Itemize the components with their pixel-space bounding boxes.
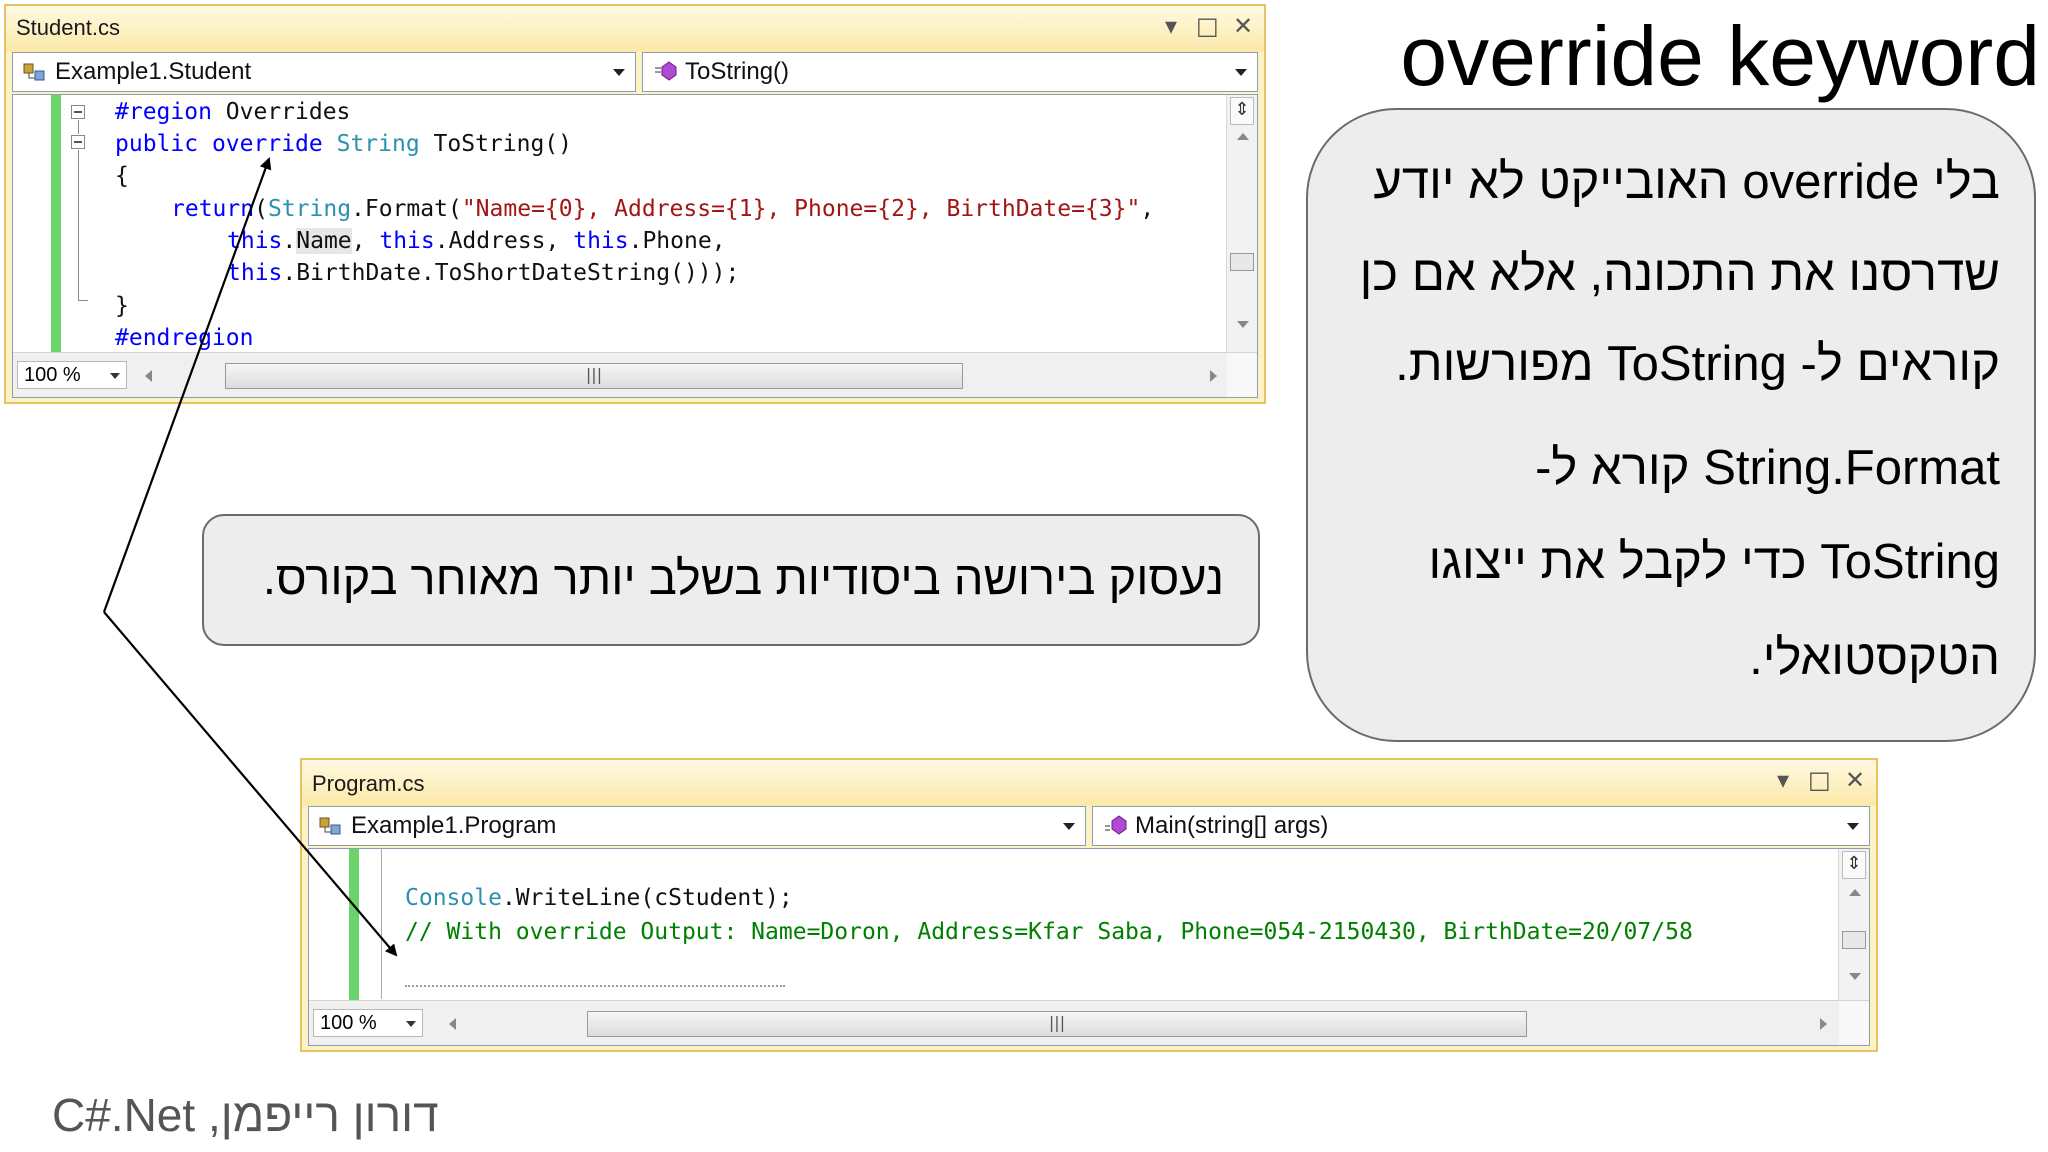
method-icon (655, 61, 677, 81)
program-cs-window: Program.cs ▾ □ ✕ Example1.Program Main(s… (300, 758, 1878, 1052)
partial-code-line (405, 985, 785, 992)
slide-title: override keyword (1400, 9, 2040, 103)
vertical-scrollbar[interactable]: ⇕ (1226, 95, 1257, 353)
code-line: return(String.Format("Name={0}, Address=… (171, 196, 1155, 222)
maximize-icon[interactable]: □ (1196, 12, 1219, 40)
scroll-thumb[interactable]: ||| (587, 1011, 1527, 1037)
window-titlebar[interactable]: Program.cs ▾ □ ✕ (302, 760, 1876, 806)
close-icon[interactable]: ✕ (1844, 766, 1866, 794)
class-icon (319, 817, 341, 835)
collapse-region-icon[interactable] (71, 105, 85, 119)
scroll-thumb[interactable] (1230, 253, 1254, 271)
window-titlebar[interactable]: Student.cs ▾ □ ✕ (6, 6, 1264, 52)
class-combo-value: Example1.Program (351, 812, 557, 839)
zoom-combo[interactable]: 100 % (17, 361, 127, 389)
chevron-down-icon (613, 69, 625, 76)
callout-line: הטקסטואלי. (1749, 631, 2000, 685)
member-combo[interactable]: Main(string[] args) (1092, 806, 1870, 846)
class-combo[interactable]: Example1.Student (12, 52, 636, 92)
scroll-right-icon[interactable] (1820, 1018, 1827, 1030)
scroll-corner (1227, 353, 1257, 397)
navigation-bar: Example1.Program Main(string[] args) (308, 806, 1870, 846)
class-icon (23, 63, 45, 81)
code-line: this.Name, this.Address, this.Phone, (227, 228, 726, 254)
window-buttons: ▾ □ ✕ (1772, 766, 1866, 794)
chevron-down-icon (1235, 69, 1247, 76)
zoom-value: 100 % (320, 1012, 377, 1034)
slide-footer: דורון רייפמן, C#.Net (52, 1089, 439, 1141)
scroll-right-icon[interactable] (1210, 370, 1217, 382)
code-line: this.BirthDate.ToShortDateString())); (227, 260, 740, 286)
member-combo[interactable]: ToString() (642, 52, 1258, 92)
callout-line: שדרסנו את התכונה, אלא אם כן (1359, 247, 2000, 301)
chevron-down-icon (406, 1021, 416, 1027)
window-title: Student.cs (16, 15, 120, 40)
class-combo[interactable]: Example1.Program (308, 806, 1086, 846)
scroll-corner (1839, 1001, 1869, 1045)
collapse-method-icon[interactable] (71, 135, 85, 149)
zoom-combo[interactable]: 100 % (313, 1009, 423, 1037)
member-combo-value: ToString() (685, 58, 790, 85)
member-combo-value: Main(string[] args) (1135, 812, 1329, 839)
explanation-callout: בלי override האובייקט לא יודע שדרסנו את … (1306, 108, 2036, 742)
scroll-up-icon[interactable] (1237, 133, 1249, 140)
scroll-thumb[interactable] (1842, 931, 1866, 949)
code-line: } (115, 293, 129, 319)
scroll-down-icon[interactable] (1849, 973, 1861, 980)
inheritance-note-callout: נעסוק בירושה ביסודיות בשלב יותר מאוחר בק… (202, 514, 1260, 646)
dropdown-icon[interactable]: ▾ (1160, 12, 1182, 40)
horizontal-scrollbar[interactable]: 100 % ||| (13, 352, 1257, 397)
code-line: Console.WriteLine(cStudent); (405, 885, 793, 911)
code-editor[interactable]: Console.WriteLine(cStudent); // With ove… (308, 848, 1870, 1046)
student-cs-window: Student.cs ▾ □ ✕ Example1.Student ToStri… (4, 4, 1266, 404)
dropdown-icon[interactable]: ▾ (1772, 766, 1794, 794)
code-line: #endregion (115, 325, 254, 351)
scroll-thumb[interactable]: ||| (225, 363, 963, 389)
callout-text: נעסוק בירושה ביסודיות בשלב יותר מאוחר בק… (262, 551, 1224, 604)
code-comment-line: // With override Output: Name=Doron, Add… (405, 919, 1693, 945)
callout-line: קוראים ל- ToString מפורשות. (1395, 337, 2000, 391)
callout-line: String.Format קורא ל- (1535, 441, 2000, 495)
horizontal-scrollbar[interactable]: 100 % ||| (309, 1000, 1869, 1045)
maximize-icon[interactable]: □ (1808, 766, 1831, 794)
callout-line: ToString כדי לקבל את ייצוגו (1428, 535, 2000, 589)
close-icon[interactable]: ✕ (1232, 12, 1254, 40)
callout-line: בלי override האובייקט לא יודע (1373, 155, 2000, 209)
scroll-left-icon[interactable] (449, 1018, 456, 1030)
split-icon[interactable]: ⇕ (1230, 97, 1254, 125)
code-line: public override String ToString() (115, 131, 573, 157)
zoom-value: 100 % (24, 364, 81, 386)
code-editor[interactable]: #region Overrides public override String… (12, 94, 1258, 398)
vertical-scrollbar[interactable]: ⇕ (1838, 849, 1869, 1001)
class-combo-value: Example1.Student (55, 58, 252, 85)
chevron-down-icon (1063, 823, 1075, 830)
window-buttons: ▾ □ ✕ (1160, 12, 1254, 40)
chevron-down-icon (1847, 823, 1859, 830)
window-title: Program.cs (312, 771, 425, 796)
scroll-left-icon[interactable] (145, 370, 152, 382)
method-icon (1105, 815, 1127, 835)
code-line: #region Overrides (115, 99, 351, 125)
code-line: { (115, 163, 129, 189)
split-icon[interactable]: ⇕ (1842, 851, 1866, 879)
scroll-up-icon[interactable] (1849, 889, 1861, 896)
chevron-down-icon (110, 373, 120, 379)
navigation-bar: Example1.Student ToString() (12, 52, 1258, 92)
scroll-down-icon[interactable] (1237, 321, 1249, 328)
